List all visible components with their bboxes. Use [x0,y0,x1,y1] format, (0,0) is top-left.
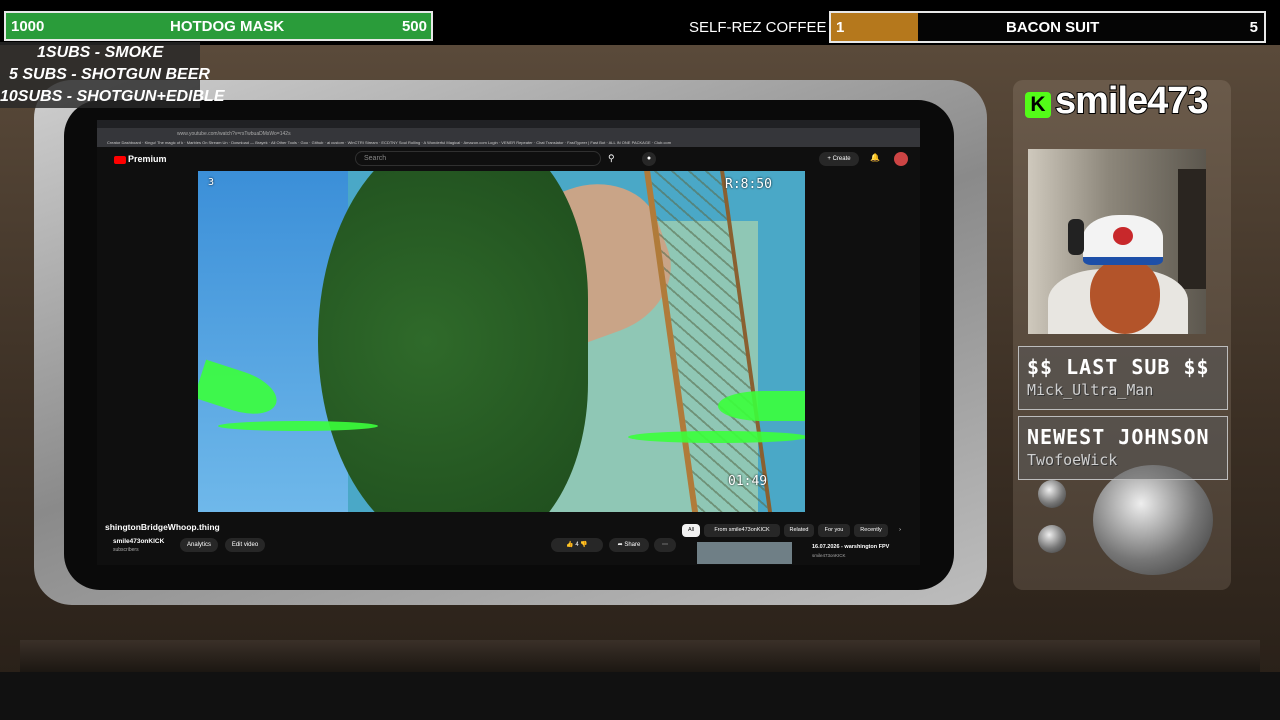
subscriber-count: subscribers [113,547,139,553]
youtube-logo[interactable]: Premium [114,154,167,164]
bacon-suit-goal-bar: 1 BACON SUIT 5 [829,11,1266,43]
share-label: Share [624,542,641,548]
youtube-play-icon [114,155,126,164]
recommendation-title[interactable]: 16.07.2026 - warshington FPV [812,544,889,550]
goal-end-value: 500 [401,18,427,35]
browser-window: www.youtube.com/watch?v=rsTwbuaDMsWo=142… [97,120,920,565]
coffee-goal-label: SELF-REZ COFFEE GI [689,19,829,36]
channel-brand-name: smile473 [1054,79,1210,123]
channel-dial-icon [1093,465,1213,575]
create-button-label: Create [832,156,851,162]
newest-johnson-box: NEWEST JOHNSON TwofoeWick [1018,416,1228,480]
youtube-logo-label: Premium [128,154,167,164]
avatar[interactable] [894,152,908,166]
last-sub-title: $$ LAST SUB $$ [1027,355,1210,379]
goal-label: BACON SUIT [1006,19,1100,36]
newest-johnson-title: NEWEST JOHNSON [1027,425,1210,449]
webcam-shelf [1178,169,1206,289]
goal-start-value: 1000 [11,18,45,35]
edit-video-button[interactable]: Edit video [225,538,265,552]
reward-item: 1SUBS - SMOKE [37,44,164,61]
bottom-bar [0,672,1280,720]
tv-stand [20,640,1260,672]
chevron-right-icon[interactable]: › [894,524,906,537]
bookmarks-bar[interactable]: Creator Dashboard · Kingu! The magic of … [97,140,920,147]
thumbs-down-icon: 👎 [580,542,588,548]
video-prop-blur [628,431,805,443]
goal-label: HOTDOG MASK [170,18,285,35]
video-prop-blur [218,421,378,431]
kick-logo-icon: K [1025,92,1051,118]
microphone-icon[interactable]: ● [642,152,656,166]
sub-rewards-list: 1SUBS - SMOKE 5 SUBS - SHOTGUN BEER 10SU… [0,42,224,108]
search-icon[interactable]: ⚲ [608,153,615,164]
analytics-button[interactable]: Analytics [180,538,218,552]
video-title: shingtonBridgeWhoop.thing [105,522,220,532]
channel-name[interactable]: smile473onKICK [113,538,164,545]
like-count: 4 [575,542,579,548]
recommendation-channel: smile473onKICK [812,553,846,558]
video-forest [318,171,588,512]
chip-from-channel[interactable]: From smile473onKICK [704,524,780,537]
hotdog-mask-goal-bar: 1000 HOTDOG MASK 500 [4,11,433,41]
last-sub-name: Mick_Ultra_Man [1027,381,1154,399]
video-player[interactable]: 3 R:8:50 01:49 [198,171,805,512]
recommendation-thumbnail[interactable] [697,542,792,564]
webcam-beard [1090,259,1160,334]
chip-all[interactable]: All [682,524,700,537]
webcam-feed [1028,149,1206,334]
small-knob-icon [1038,480,1066,508]
osd-flight-time: 01:49 [728,474,768,489]
more-options-icon[interactable]: ⋯ [654,538,676,552]
channel-brand: K smile473 [1017,79,1230,126]
create-button[interactable]: + Create [819,152,859,166]
like-button[interactable]: 👍 4 👎 [551,538,603,552]
goal-target-value: 5 [1249,19,1258,36]
share-button[interactable]: ➦ Share [609,538,649,552]
notifications-bell-icon[interactable]: 🔔 [870,153,880,162]
last-sub-box: $$ LAST SUB $$ Mick_Ultra_Man [1018,346,1228,410]
osd-timer: R:8:50 [725,177,772,192]
search-input[interactable]: Search [355,151,601,166]
reward-item: 10SUBS - SHOTGUN+EDIBLE [0,88,225,105]
browser-tabstrip[interactable] [97,120,920,128]
osd-top-left: 3 [208,177,215,188]
webcam-hat-logo [1113,227,1133,245]
headset-icon [1068,219,1084,255]
goal-current-value: 1 [836,19,845,36]
newest-johnson-name: TwofoeWick [1027,451,1118,469]
thumbs-up-icon: 👍 [566,542,576,548]
chip-recently[interactable]: Recently [854,524,888,537]
chip-for-you[interactable]: For you [818,524,850,537]
reward-item: 5 SUBS - SHOTGUN BEER [9,66,210,83]
small-knob-icon [1038,525,1066,553]
youtube-header: Premium Search ⚲ ● + Create 🔔 [97,147,920,171]
chip-related[interactable]: Related [784,524,814,537]
address-bar[interactable]: www.youtube.com/watch?v=rsTwbuaDMsWo=142… [97,128,920,140]
video-prop-blur [718,391,805,421]
